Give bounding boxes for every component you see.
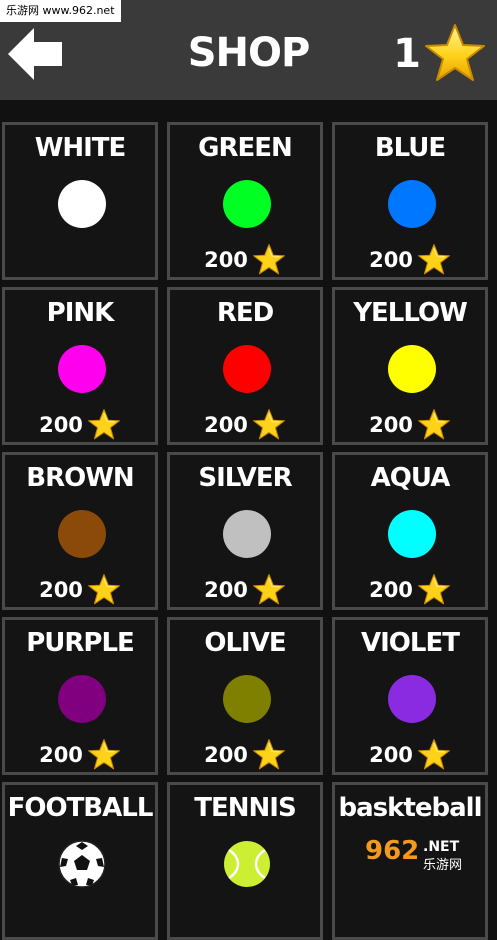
price-value: 200 bbox=[39, 578, 83, 602]
star-icon bbox=[87, 409, 120, 440]
color-swatch bbox=[58, 345, 106, 393]
price-value: 200 bbox=[369, 413, 413, 437]
price-value: 200 bbox=[204, 413, 248, 437]
watermark-text: 乐游网 www.962.net bbox=[0, 0, 121, 22]
shop-item-tennis[interactable]: TENNIS bbox=[167, 782, 323, 940]
shop-item-white[interactable]: WHITE bbox=[2, 122, 158, 280]
shop-item-football[interactable]: FOOTBALL bbox=[2, 782, 158, 940]
price-value: 200 bbox=[204, 578, 248, 602]
shop-item-yellow[interactable]: YELLOW 200 bbox=[332, 287, 488, 445]
star-icon bbox=[252, 739, 285, 770]
shop-item-olive[interactable]: OLIVE 200 bbox=[167, 617, 323, 775]
shop-item-blue[interactable]: BLUE 200 bbox=[332, 122, 488, 280]
shop-item-violet[interactable]: VIOLET 200 bbox=[332, 617, 488, 775]
star-icon bbox=[87, 574, 120, 605]
shop-item-label: PINK bbox=[46, 298, 115, 328]
shop-item-label: YELLOW bbox=[353, 298, 468, 328]
price-value: 200 bbox=[204, 743, 248, 767]
star-icon bbox=[425, 24, 485, 81]
svg-text:.NET: .NET bbox=[423, 839, 460, 855]
shop-item-pink[interactable]: PINK 200 bbox=[2, 287, 158, 445]
star-icon bbox=[87, 739, 120, 770]
color-swatch bbox=[58, 675, 106, 723]
price-tag: 200 bbox=[170, 243, 320, 277]
color-swatch bbox=[223, 510, 271, 558]
price-tag: 200 bbox=[335, 243, 485, 277]
shop-item-label: GREEN bbox=[198, 133, 293, 163]
star-icon bbox=[417, 409, 450, 440]
shop-item-label: AQUA bbox=[370, 463, 451, 493]
shop-item-label: BROWN bbox=[26, 463, 134, 493]
price-tag: 200 bbox=[335, 573, 485, 607]
shop-item-label: OLIVE bbox=[204, 628, 286, 658]
football-icon bbox=[58, 840, 106, 888]
star-balance: 1 bbox=[393, 22, 487, 86]
shop-item-label: PURPLE bbox=[26, 628, 135, 658]
tennis-ball-icon bbox=[224, 841, 270, 887]
shop-item-silver[interactable]: SILVER 200 bbox=[167, 452, 323, 610]
shop-item-label: FOOTBALL bbox=[7, 793, 154, 823]
price-tag: 200 bbox=[335, 738, 485, 772]
star-icon bbox=[417, 574, 450, 605]
price-value: 200 bbox=[39, 413, 83, 437]
price-value: 200 bbox=[204, 248, 248, 272]
shop-item-red[interactable]: RED 200 bbox=[167, 287, 323, 445]
price-tag: 200 bbox=[5, 408, 155, 442]
shop-item-label: SILVER bbox=[198, 463, 292, 493]
price-value: 200 bbox=[369, 578, 413, 602]
color-swatch bbox=[58, 510, 106, 558]
price-tag: 200 bbox=[5, 573, 155, 607]
shop-item-label: WHITE bbox=[34, 133, 127, 163]
svg-text:乐游网: 乐游网 bbox=[423, 858, 462, 873]
site-logo-watermark: 962 .NET 乐游网 bbox=[365, 836, 462, 873]
price-tag: 200 bbox=[170, 408, 320, 442]
shop-item-label: BLUE bbox=[374, 133, 446, 163]
color-swatch bbox=[223, 345, 271, 393]
color-swatch bbox=[223, 180, 271, 228]
color-swatch bbox=[223, 675, 271, 723]
price-value: 200 bbox=[369, 248, 413, 272]
star-icon bbox=[252, 244, 285, 275]
price-value: 200 bbox=[39, 743, 83, 767]
shop-item-purple[interactable]: PURPLE 200 bbox=[2, 617, 158, 775]
shop-item-green[interactable]: GREEN 200 bbox=[167, 122, 323, 280]
color-swatch bbox=[388, 180, 436, 228]
star-icon bbox=[417, 244, 450, 275]
svg-text:962: 962 bbox=[365, 836, 419, 866]
shop-item-aqua[interactable]: AQUA 200 bbox=[332, 452, 488, 610]
color-swatch bbox=[388, 675, 436, 723]
shop-item-label: RED bbox=[216, 298, 274, 328]
price-tag: 200 bbox=[5, 738, 155, 772]
color-swatch bbox=[388, 510, 436, 558]
price-value: 200 bbox=[369, 743, 413, 767]
price-tag: 200 bbox=[170, 573, 320, 607]
shop-item-brown[interactable]: BROWN 200 bbox=[2, 452, 158, 610]
star-icon bbox=[417, 739, 450, 770]
star-icon bbox=[252, 409, 285, 440]
shop-item-label: TENNIS bbox=[194, 793, 296, 823]
color-swatch bbox=[58, 180, 106, 228]
star-icon bbox=[252, 574, 285, 605]
shop-item-label: baskteball bbox=[338, 793, 483, 823]
shop-item-label: VIOLET bbox=[361, 628, 460, 658]
price-tag: 200 bbox=[335, 408, 485, 442]
color-swatch bbox=[388, 345, 436, 393]
price-tag: 200 bbox=[170, 738, 320, 772]
star-balance-value: 1 bbox=[393, 31, 421, 77]
